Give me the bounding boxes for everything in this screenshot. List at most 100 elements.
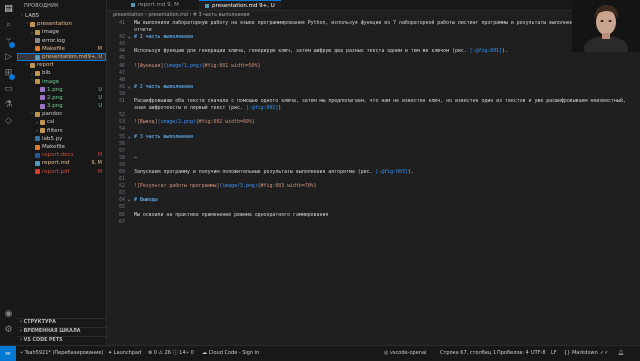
settings-gear-icon[interactable]: ⚙ — [3, 325, 14, 336]
tree-item[interactable]: › image — [17, 28, 106, 36]
tree-item[interactable]: report.pdf M — [17, 168, 106, 176]
code-line: 51 Расшифровываю оба текста сначала с пом… — [107, 98, 640, 105]
tree-item-label: Makefile — [42, 144, 65, 150]
encoding[interactable]: UTF-8 — [531, 346, 546, 361]
fold-chevron-icon[interactable]: ˅ — [128, 84, 130, 91]
line-text: отчете — [134, 27, 152, 34]
editor-tab[interactable]: presentation.md 9+, U — [199, 0, 281, 10]
vscode-window: ▤ ⌕ ⑂ ▷ ⊞ ▭ ⚗ ◇ ◉ ⚙ ПРОВОДНИК ˅ LAB5 ˅ pres… — [0, 0, 640, 361]
line-text: # Выводы — [134, 197, 158, 204]
fold-chevron-icon[interactable]: ˅ — [128, 197, 130, 204]
sidebar-section[interactable]: › VS CODE PETS — [17, 336, 106, 345]
remote-indicator-icon[interactable]: ⫘ — [0, 346, 16, 361]
line-number: 46 — [119, 62, 125, 69]
pdf-file-icon — [35, 169, 40, 175]
folder-file-icon — [35, 29, 40, 35]
tree-item[interactable]: 1.png U — [17, 86, 106, 94]
folder-file-icon — [40, 120, 45, 126]
text-token: ). — [502, 48, 508, 55]
tree-item[interactable]: presentation.md 9+, U — [17, 52, 106, 62]
tree-item[interactable]: 3.png U — [17, 102, 106, 110]
tree-item[interactable]: ˅ presentation — [17, 20, 106, 28]
explorer-title: ПРОВОДНИК — [24, 3, 59, 9]
line-text: ![Вывод](image/2.png){#fig:002 width=60%… — [134, 119, 255, 126]
text-token: Мы освоили на практике применение режима… — [134, 211, 329, 218]
notifications-bell-icon[interactable]: 🔔︎ — [618, 346, 624, 361]
tab-bar: report.md 9, M presentation.md 9+, U — [107, 0, 640, 11]
folder-file-icon — [35, 79, 40, 85]
tree-item-label: Makefile — [42, 45, 65, 52]
tree-item[interactable]: ˅ image — [17, 78, 106, 86]
line-number: 54 — [119, 126, 125, 133]
code-line: 45 — [107, 55, 640, 62]
activity-bar: ▤ ⌕ ⑂ ▷ ⊞ ▭ ⚗ ◇ ◉ ⚙ — [0, 0, 18, 345]
sidebar-sections: › СТРУКТУРА › ВРЕМЕННАЯ ШКАЛА › VS CODE PE… — [17, 318, 106, 345]
explorer-sidebar: ПРОВОДНИК ˅ LAB5 ˅ presentation › image error.… — [17, 0, 107, 345]
line-number: 48 — [119, 76, 125, 83]
tree-item[interactable]: › bib — [17, 69, 106, 77]
line-text: Расшифровываю оба текста сначала с помощ… — [134, 98, 626, 105]
remote-explorer-icon[interactable]: ▭ — [3, 84, 14, 95]
sidebar-section[interactable]: › СТРУКТУРА — [17, 318, 106, 327]
indentation[interactable]: Пробелов: 4 — [497, 346, 529, 361]
tree-item-label: bib — [42, 70, 51, 77]
tree-item[interactable]: Makefile — [17, 143, 106, 151]
cursor-position[interactable]: Строка 67, столбец 1 — [440, 346, 496, 361]
markdown-file-icon — [131, 2, 135, 7]
tree-item-label: 2.png — [47, 94, 63, 101]
accounts-icon[interactable]: ◉ — [3, 309, 14, 320]
extensions-badge — [9, 74, 15, 80]
line-number: 65 — [119, 204, 125, 211]
run-debug-icon[interactable]: ▷ — [3, 52, 14, 63]
text-token: {#fig:001 width=50%} — [201, 62, 261, 69]
tree-item-label: filters — [47, 127, 63, 134]
code-line: 42 ˅ # 1 часть выполнения — [107, 34, 640, 41]
git-status-badge: M — [97, 152, 102, 159]
file-tree: ˅ LAB5 ˅ presentation › image error.log Makefil… — [17, 12, 106, 176]
tree-item-label: report.md — [42, 160, 70, 167]
fold-chevron-icon[interactable]: ˅ — [128, 34, 130, 41]
line-number: 47 — [119, 69, 125, 76]
tree-item[interactable]: › csl — [17, 118, 106, 126]
text-token: [-@fig:003] — [375, 168, 408, 175]
chat-icon[interactable]: ◇ — [3, 116, 14, 127]
breadcrumb[interactable]: presentation › presentation.md › # 3 час… — [107, 12, 250, 19]
code-line: 46 ![Функции](image/1.png){#fig:001 width… — [107, 63, 640, 70]
text-token: # 1 часть выполнения — [134, 34, 193, 41]
cloud-code[interactable]: ☁ Cloud Code - Sign in — [202, 346, 259, 361]
search-icon[interactable]: ⌕ — [3, 20, 14, 31]
tree-item[interactable]: › filters — [17, 127, 106, 135]
text-token: [-@fig:001] — [469, 48, 503, 55]
line-number: 53 — [119, 119, 125, 126]
tree-item[interactable]: 2.png U — [17, 94, 106, 102]
line-text: — — [134, 155, 137, 162]
tree-item[interactable]: ˅ pandoc — [17, 110, 106, 118]
tree-item[interactable]: ˅ LAB5 — [17, 12, 106, 20]
openai-profile[interactable]: ◎ vscode-openai — [384, 346, 426, 361]
git-branch[interactable]: ⑂ Tsah5921* (Перебазирование) — [20, 346, 103, 361]
make-file-icon — [35, 46, 40, 52]
fold-chevron-icon[interactable]: ˅ — [128, 134, 130, 141]
editor-tab[interactable]: report.md 9, M — [125, 0, 185, 10]
line-number: 61 — [119, 176, 125, 183]
testing-icon[interactable]: ⚗ — [3, 100, 14, 111]
tree-item[interactable]: lab5.py — [17, 135, 106, 143]
prettier-status[interactable]: ✓✓ — [600, 346, 608, 361]
explorer-icon[interactable]: ▤ — [3, 4, 14, 15]
tree-item[interactable]: report.docx M — [17, 151, 106, 159]
sidebar-section[interactable]: › ВРЕМЕННАЯ ШКАЛА — [17, 327, 106, 336]
code-editor[interactable]: 41 Мы выполнили лабораторную работу на яз… — [107, 20, 640, 226]
tree-item[interactable]: ˅ report — [17, 61, 106, 69]
text-token: отчете — [134, 27, 152, 34]
tree-item[interactable]: error.log — [17, 37, 106, 45]
ports-indicator[interactable]: ⑂ 0 — [186, 346, 194, 361]
language-mode[interactable]: {} Markdown — [564, 346, 598, 361]
line-number: 57 — [119, 147, 125, 154]
launchpad-label: Launchpad — [113, 350, 142, 356]
launchpad[interactable]: ✦ Launchpad — [108, 346, 141, 361]
tree-item[interactable]: report.md 9, M — [17, 159, 106, 167]
make-file-icon — [35, 144, 40, 150]
problems-indicator[interactable]: ⊗ 0 ⚠ 26 ⓘ 14 — [148, 346, 186, 361]
line-ending[interactable]: LF — [551, 346, 557, 361]
tree-item[interactable]: Makefile M — [17, 45, 106, 53]
